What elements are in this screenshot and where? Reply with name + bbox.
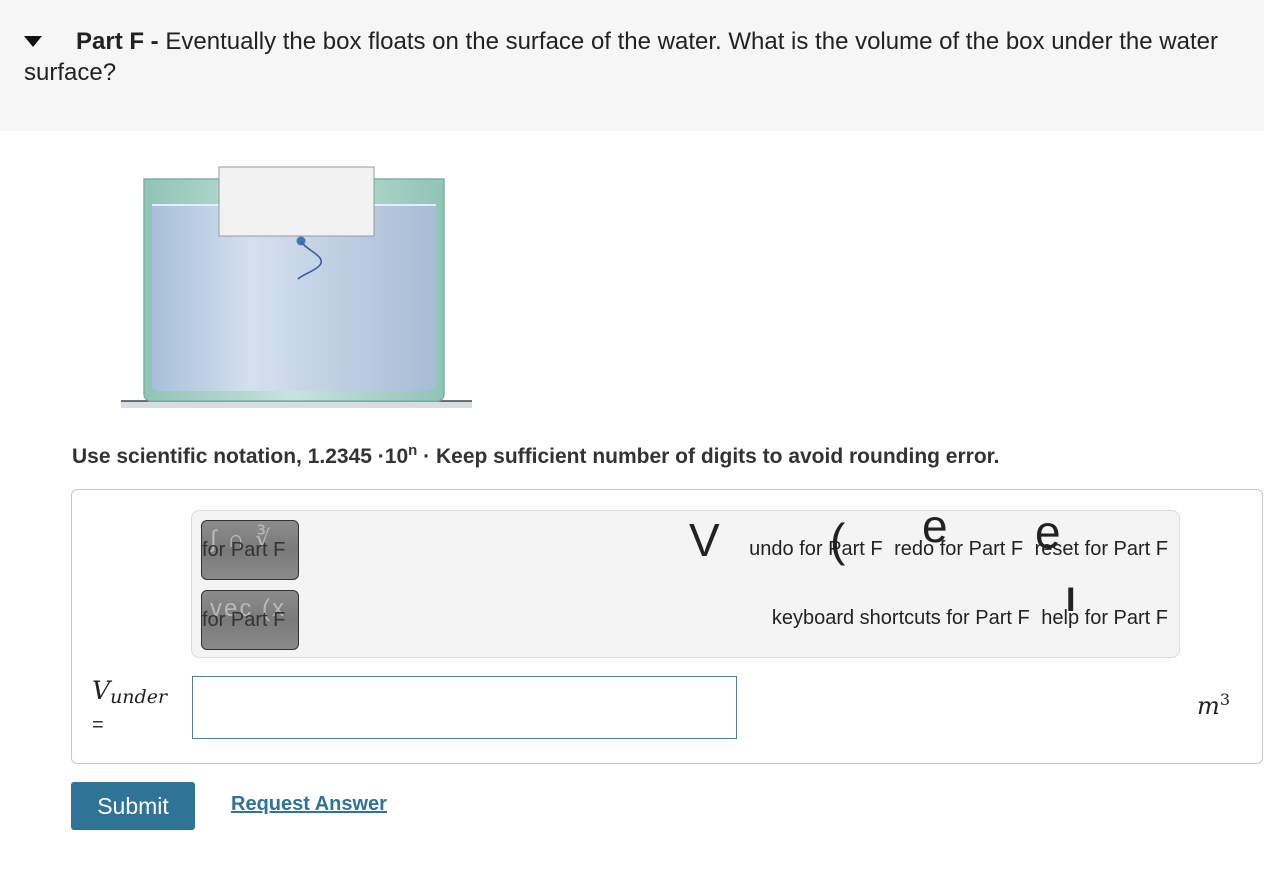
templates-button[interactable]: ∫ ∩ ∛ for Part F [201, 520, 299, 580]
variable-symbol: V [92, 676, 111, 705]
request-answer-link[interactable]: Request Answer [231, 793, 387, 816]
instruction-prefix: Use scientific notation, 1.2345 ·10 [72, 445, 409, 468]
instruction-suffix: · Keep sufficient number of digits to av… [423, 445, 1000, 468]
answer-panel: ∫ ∩ ∛ for Part F vec (x for Part F V ( e… [71, 489, 1263, 764]
keyboard-shortcuts-button[interactable]: keyboard shortcuts for Part F [772, 607, 1030, 629]
variable-label: Vunder [92, 676, 167, 708]
vector-button[interactable]: vec (x for Part F [201, 590, 299, 650]
undo-icon: V [689, 514, 720, 566]
instruction-text: Use scientific notation, 1.2345 ·10n · K… [72, 442, 1000, 469]
question-text: Part F - Eventually the box floats on th… [24, 26, 1234, 88]
part-label: Part F - [76, 28, 159, 55]
variable-subscript: under [110, 686, 168, 708]
help-button[interactable]: help for Part F [1041, 607, 1168, 629]
floating-box [218, 166, 375, 237]
unit-label: m3 [1197, 690, 1230, 720]
tank-figure [120, 165, 474, 410]
help-controls: keyboard shortcuts for Part F help for P… [766, 607, 1168, 630]
reset-button[interactable]: reset for Part F [1035, 538, 1168, 560]
tank-diagram [121, 166, 472, 408]
table-surface [121, 401, 472, 408]
submit-button[interactable]: Submit [71, 782, 195, 830]
unit-exponent: 3 [1219, 690, 1230, 709]
equals-sign: = [92, 714, 104, 736]
question-body: Eventually the box floats on the surface… [24, 28, 1218, 86]
history-controls: undo for Part F redo for Part F reset fo… [743, 538, 1168, 561]
templates-label: for Part F [202, 539, 286, 561]
instruction-exponent: n [408, 442, 418, 459]
math-toolbar: ∫ ∩ ∛ for Part F vec (x for Part F V ( e… [191, 503, 1180, 658]
unit-symbol: m [1197, 692, 1220, 720]
undo-button[interactable]: undo for Part F [749, 538, 882, 560]
answer-input[interactable] [192, 676, 737, 739]
vector-label: for Part F [202, 609, 286, 631]
redo-button[interactable]: redo for Part F [894, 538, 1023, 560]
question-header: Part F - Eventually the box floats on th… [0, 0, 1264, 131]
